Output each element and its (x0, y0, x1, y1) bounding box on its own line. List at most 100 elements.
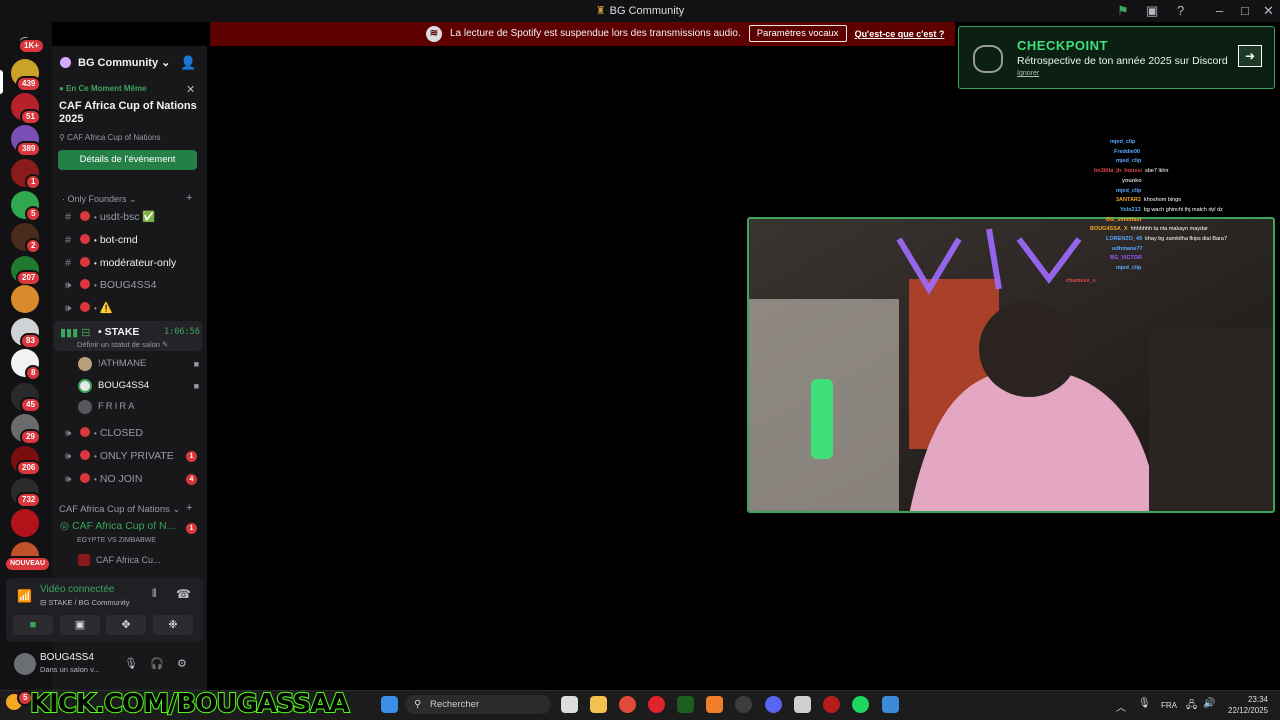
stage-channel-caf[interactable]: ◎ CAF Africa Cup of N... (60, 520, 175, 532)
ignore-link[interactable]: Ignorer (1017, 70, 1039, 77)
arrow-right-icon[interactable]: ➜ (1238, 45, 1262, 67)
add-channel-icon[interactable]: + (186, 502, 192, 514)
voice-channel-only-private[interactable]: 🕪 • ONLY PRIVATE 1 (60, 446, 205, 466)
app-icon[interactable] (823, 696, 840, 713)
voice-member[interactable]: FRIRA (78, 398, 203, 416)
channel-moderateur-only[interactable]: # • modérateur-only (60, 253, 205, 273)
voice-connection-panel: 📶 Vidéo connectée ⊟ STAKE / BG Community… (6, 578, 203, 642)
server-badge: 2 (25, 238, 42, 254)
channel-usdt-bsc[interactable]: # • usdt-bsc ✅ (60, 207, 205, 227)
user-name[interactable]: BOUG4SS4 (40, 652, 94, 663)
promo-subtitle: Rétrospective de ton année 2025 sur Disc… (1017, 55, 1228, 67)
voice-member[interactable]: BOUG4SS4 ■ (78, 377, 203, 395)
chat-message: 3ANTAR2 khoshom bingo (1116, 196, 1181, 205)
noise-suppression-icon[interactable]: ⫴ (152, 588, 157, 601)
chat-message: udhmane77 (1112, 245, 1143, 254)
channel-label: CLOSED (99, 427, 143, 439)
signal-icon: 📶 (17, 589, 32, 603)
app-icon[interactable] (706, 696, 723, 713)
obs-icon[interactable] (735, 696, 752, 713)
disconnect-icon[interactable]: ☎ (176, 587, 191, 601)
chrome-icon[interactable] (619, 696, 636, 713)
server-badge: 83 (20, 333, 41, 349)
event-details-button[interactable]: Détails de l'événement (58, 150, 197, 170)
channel-label: ONLY PRIVATE (99, 450, 174, 462)
voice-channel-stake[interactable]: ▮▮▮ ⊟ • STAKE 1:06:56 Définir un statut … (54, 321, 202, 351)
taskbar-search[interactable]: ⚲ Rechercher (405, 695, 551, 714)
member-name: CAF Africa Cu... (96, 555, 161, 565)
chat-username: BG_VICTOR (1110, 255, 1142, 262)
add-channel-icon[interactable]: + (186, 192, 192, 204)
app-icon[interactable] (794, 696, 811, 713)
network-icon[interactable]: 🖧 (1186, 698, 1197, 715)
close-icon[interactable]: ✕ (186, 83, 195, 96)
category-only-founders[interactable]: · Only Founders ⌄ (62, 194, 137, 205)
language-indicator[interactable]: FRA (1161, 701, 1177, 710)
category-label: Only Founders (67, 194, 127, 204)
avatar[interactable] (14, 653, 36, 675)
chat-username: LORENZO_49 (1106, 236, 1143, 242)
chat-username: udhmane77 (1112, 245, 1143, 252)
help-icon[interactable]: ? (1177, 3, 1184, 18)
category-caf[interactable]: CAF Africa Cup of Nations ⌄ (59, 504, 181, 515)
checkpoint-promo[interactable]: CHECKPOINT Rétrospective de ton année 20… (958, 26, 1275, 89)
invite-icon[interactable]: 👤 (180, 55, 196, 71)
soundboard-button[interactable]: ❉ (153, 615, 193, 635)
screen-share-button[interactable]: ▣ (60, 615, 100, 635)
channel-bot-cmd[interactable]: # • bot-cmd (60, 230, 205, 250)
maximize-icon[interactable]: □ (1241, 3, 1249, 18)
banner-text: La lecture de Spotify est suspendue lors… (450, 28, 741, 39)
microphone-icon[interactable]: 🎙 (124, 657, 138, 670)
voice-channel-no-join[interactable]: 🕪 • NO JOIN 4 (60, 469, 205, 489)
headphones-icon[interactable]: 🎧 (150, 657, 164, 670)
camera-icon: ■ (193, 381, 199, 391)
app-icon[interactable] (882, 696, 899, 713)
server-badge: 8 (25, 365, 42, 381)
chat-username: mjed_clip (1116, 187, 1142, 194)
server-badge: 45 (20, 397, 41, 413)
flag-icon[interactable]: ⚑ (1117, 3, 1129, 19)
opera-icon[interactable] (648, 696, 665, 713)
voice-status-subtitle[interactable]: ⊟ STAKE / BG Community (40, 598, 130, 607)
camera-button[interactable]: ■ (13, 615, 53, 635)
voice-member[interactable]: !ATHMANE ■ (78, 355, 203, 373)
guild-header[interactable]: BG Community ⌄ 👤 (52, 46, 207, 78)
windows-start-icon[interactable] (381, 696, 398, 713)
inbox-icon[interactable]: ▣ (1146, 3, 1158, 19)
server-badge: 51 (20, 109, 41, 125)
chat-text: sbe7 lkhir (1144, 168, 1169, 175)
volume-icon[interactable]: 🔊 (1203, 698, 1215, 709)
voice-channel-closed[interactable]: 🕪 • CLOSED (60, 423, 205, 443)
minimize-icon[interactable]: – (1216, 3, 1223, 18)
window-title: BG Community (609, 5, 685, 17)
chat-username: mjed_clip (1110, 139, 1136, 145)
voice-settings-button[interactable]: Paramètres vocaux (748, 25, 847, 42)
app-icon[interactable] (677, 696, 694, 713)
whats-this-link[interactable]: Qu'est-ce que c'est ? (855, 29, 945, 39)
voice-status-title[interactable]: Vidéo connectée (40, 584, 114, 595)
server-icon[interactable] (11, 285, 39, 313)
close-window-icon[interactable]: ✕ (1263, 3, 1274, 19)
server-icon[interactable] (11, 509, 39, 537)
hash-icon: # (65, 234, 71, 246)
guild-badge-icon (60, 57, 71, 68)
guild-name-text: BG Community (78, 57, 159, 69)
spotify-taskbar-icon[interactable] (852, 696, 869, 713)
user-count-badge: 4 (186, 474, 197, 485)
event-live-label: ● En Ce Moment Même (59, 84, 147, 93)
taskbar-clock[interactable]: 23:34 22/12/2025 (1228, 694, 1268, 716)
chat-text: bg wach ghinchi thj match dyl dz (1143, 206, 1223, 213)
voice-channel-warning[interactable]: 🕪 • ⚠️ (60, 298, 205, 318)
settings-gear-icon[interactable]: ⚙ (177, 657, 187, 670)
activities-button[interactable]: ✥ (106, 615, 146, 635)
discord-icon[interactable] (765, 696, 782, 713)
file-explorer-icon[interactable] (590, 696, 607, 713)
stage-member[interactable]: CAF Africa Cu... (78, 554, 161, 566)
channel-status[interactable]: Définir un statut de salon ✎ (77, 340, 168, 349)
voice-channel-boug4ss4[interactable]: 🕪 • BOUG4SS4 (60, 275, 205, 295)
kick-watermark: KICK.COM/BOUGASSAA (29, 688, 351, 720)
tray-chevron-icon[interactable]: ︿ (1116, 699, 1126, 714)
microphone-tray-icon[interactable]: 🎙 (1138, 698, 1151, 709)
channel-label: CAF Africa Cup of N... (72, 520, 176, 532)
task-view-icon[interactable] (561, 696, 578, 713)
